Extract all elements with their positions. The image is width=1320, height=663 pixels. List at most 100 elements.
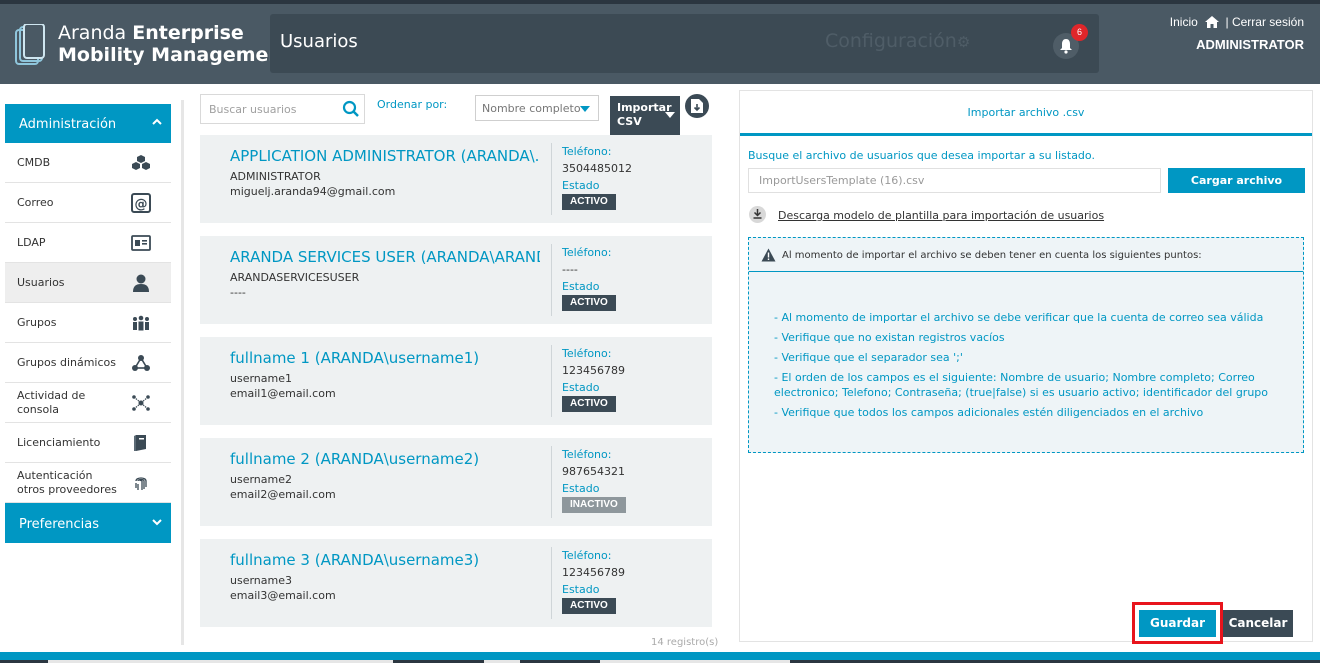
sidebar-item-grupos-dinamicos[interactable]: Grupos dinámicos bbox=[5, 343, 171, 383]
user-username: username1 bbox=[230, 372, 292, 385]
user-fullname[interactable]: fullname 1 (ARANDA\username1) bbox=[230, 349, 540, 367]
notice-item: - Verifique que el separador sea ';' bbox=[774, 351, 963, 364]
logout-link[interactable]: Cerrar sesión bbox=[1232, 15, 1304, 29]
status-label: Estado bbox=[562, 583, 600, 596]
logo-icon bbox=[15, 24, 45, 65]
notice-item: - El orden de los campos es el siguiente… bbox=[774, 371, 1269, 399]
id-card-icon bbox=[131, 234, 151, 251]
app-header: Aranda Enterprise Mobility Management Us… bbox=[0, 0, 1320, 84]
list-scrollbar[interactable] bbox=[181, 100, 184, 645]
status-label: Estado bbox=[562, 280, 600, 293]
cancel-button[interactable]: Cancelar bbox=[1223, 610, 1293, 637]
sidebar-item-grupos[interactable]: Grupos bbox=[5, 303, 171, 343]
import-csv-button[interactable]: Importar CSV bbox=[610, 96, 680, 135]
user-username: username2 bbox=[230, 473, 292, 486]
share-icon bbox=[132, 354, 150, 371]
home-link[interactable]: Inicio bbox=[1170, 15, 1198, 29]
link-separator: | bbox=[1225, 14, 1229, 29]
notification-count-badge: 6 bbox=[1071, 24, 1088, 41]
group-icon bbox=[133, 315, 149, 330]
caret-down-icon bbox=[665, 112, 675, 118]
record-count: 14 registro(s) bbox=[651, 637, 719, 648]
phone-label: Teléfono: bbox=[562, 347, 612, 360]
network-icon bbox=[132, 394, 150, 411]
user-email: email3@email.com bbox=[230, 589, 336, 602]
sidebar-item-correo[interactable]: Correo @ bbox=[5, 183, 171, 223]
user-card[interactable]: fullname 2 (ARANDA\username2) username2 … bbox=[200, 438, 712, 526]
title-bar: Usuarios Configuración⚙ 6 bbox=[270, 14, 1099, 73]
user-phone: 987654321 bbox=[562, 465, 625, 478]
user-email: ---- bbox=[230, 286, 246, 299]
sidebar-section-preferencias[interactable]: Preferencias bbox=[5, 503, 171, 543]
user-phone: 123456789 bbox=[562, 364, 625, 377]
user-phone: 3504485012 bbox=[562, 162, 632, 175]
search-input[interactable] bbox=[201, 95, 331, 123]
phone-label: Teléfono: bbox=[562, 246, 612, 259]
notice-list: - Al momento de importar el archivo se d… bbox=[774, 310, 1274, 425]
search-box bbox=[200, 94, 365, 124]
configuration-link[interactable]: Configuración⚙ bbox=[825, 30, 970, 52]
sidebar-item-cmdb[interactable]: CMDB bbox=[5, 143, 171, 183]
sidebar-item-autenticacion[interactable]: Autenticación otros proveedores bbox=[5, 463, 171, 503]
order-by-select[interactable]: Nombre completo bbox=[475, 95, 599, 121]
import-hint: Busque el archivo de usuarios que desea … bbox=[748, 149, 1095, 162]
user-fullname[interactable]: fullname 3 (ARANDA\username3) bbox=[230, 551, 540, 569]
user-fullname[interactable]: fullname 2 (ARANDA\username2) bbox=[230, 450, 540, 468]
notice-title: Al momento de importar el archivo se deb… bbox=[749, 238, 1303, 272]
sidebar-item-ldap[interactable]: LDAP bbox=[5, 223, 171, 263]
save-button[interactable]: Guardar bbox=[1139, 610, 1216, 637]
user-card[interactable]: fullname 3 (ARANDA\username3) username3 … bbox=[200, 539, 712, 627]
card-divider bbox=[551, 547, 552, 619]
notice-item: - Al momento de importar el archivo se d… bbox=[774, 311, 1264, 324]
import-file-button[interactable] bbox=[685, 94, 709, 118]
sidebar-item-actividad-consola[interactable]: Actividad de consola bbox=[5, 383, 171, 423]
status-badge: ACTIVO bbox=[562, 396, 616, 412]
load-file-button[interactable]: Cargar archivo bbox=[1168, 168, 1305, 193]
download-icon[interactable] bbox=[749, 206, 766, 223]
user-card[interactable]: fullname 1 (ARANDA\username1) username1 … bbox=[200, 337, 712, 425]
status-label: Estado bbox=[562, 179, 600, 192]
user-fullname[interactable]: APPLICATION ADMINISTRATOR (ARANDA\... bbox=[230, 147, 540, 165]
sidebar-item-usuarios[interactable]: Usuarios bbox=[5, 263, 171, 303]
save-button-highlight: Guardar bbox=[1132, 602, 1223, 644]
sidebar-item-licenciamiento[interactable]: Licenciamiento bbox=[5, 423, 171, 463]
user-phone: ---- bbox=[562, 263, 578, 276]
page-title: Usuarios bbox=[280, 31, 358, 52]
card-divider bbox=[551, 143, 552, 215]
status-label: Estado bbox=[562, 482, 600, 495]
user-email: email2@email.com bbox=[230, 488, 336, 501]
file-import-icon bbox=[691, 99, 703, 113]
user-card[interactable]: APPLICATION ADMINISTRATOR (ARANDA\... AD… bbox=[200, 135, 712, 223]
status-badge: ACTIVO bbox=[562, 194, 616, 210]
file-path-field[interactable]: ImportUsersTemplate (16).csv bbox=[748, 168, 1161, 193]
phone-label: Teléfono: bbox=[562, 448, 612, 461]
caret-down-icon bbox=[580, 106, 590, 112]
home-icon[interactable] bbox=[1205, 15, 1220, 28]
import-panel: Importar archivo .csv Busque el archivo … bbox=[739, 90, 1313, 644]
sidebar-section-administracion[interactable]: Administración bbox=[5, 104, 171, 143]
phone-label: Teléfono: bbox=[562, 549, 612, 562]
download-template-link[interactable]: Descarga modelo de plantilla para import… bbox=[778, 209, 1104, 222]
user-email: email1@email.com bbox=[230, 387, 336, 400]
user-phone: 123456789 bbox=[562, 566, 625, 579]
status-badge: ACTIVO bbox=[562, 295, 616, 311]
user-email: miguelj.aranda94@gmail.com bbox=[230, 185, 396, 198]
top-links: Inicio | Cerrar sesión bbox=[1170, 14, 1304, 29]
gear-icon: ⚙ bbox=[956, 33, 971, 51]
notice-item: - Verifique que no existan registros vac… bbox=[774, 331, 1005, 344]
user-card[interactable]: ARANDA SERVICES USER (ARANDA\ARAND... AR… bbox=[200, 236, 712, 324]
notice-item: - Verifique que todos los campos adicion… bbox=[774, 406, 1204, 419]
title-underline bbox=[740, 133, 1312, 136]
bell-icon bbox=[1060, 39, 1072, 54]
at-icon: @ bbox=[131, 192, 151, 213]
sidebar: Administración CMDB Correo @ LDAP Usuari… bbox=[5, 104, 171, 543]
user-icon bbox=[133, 274, 149, 292]
user-fullname[interactable]: ARANDA SERVICES USER (ARANDA\ARAND... bbox=[230, 248, 540, 266]
user-username: username3 bbox=[230, 574, 292, 587]
current-user[interactable]: ADMINISTRATOR bbox=[1196, 37, 1304, 52]
fingerprint-icon bbox=[135, 476, 147, 490]
top-border bbox=[0, 0, 1320, 4]
search-icon[interactable] bbox=[342, 100, 360, 118]
card-divider bbox=[551, 244, 552, 316]
import-notice: Al momento de importar el archivo se deb… bbox=[748, 237, 1304, 453]
